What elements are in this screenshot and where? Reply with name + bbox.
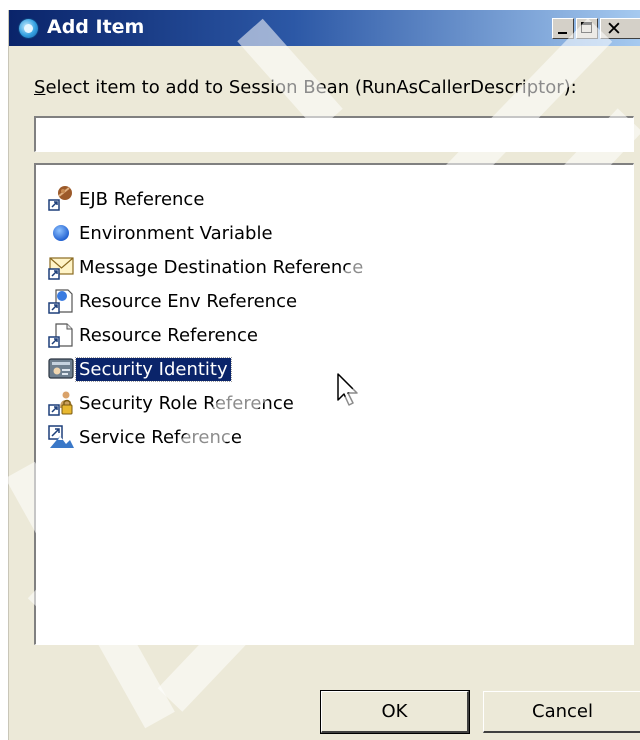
title-bar[interactable]: Add Item ✕ [9,10,640,46]
label-text: elect item to add to Session Bean (RunAs… [45,77,577,98]
list-item-label: Message Destination Reference [79,256,364,278]
add-item-dialog: Add Item ✕ Select item to add to Session… [8,10,640,740]
list-item-resource-env-reference[interactable]: Resource Env Reference [46,285,300,317]
list-item-environment-variable[interactable]: Environment Variable [46,217,276,249]
list-item-resource-reference[interactable]: Resource Reference [46,319,261,351]
list-item-label: Resource Reference [79,324,258,346]
list-item-label: Service Reference [79,426,242,448]
service-reference-icon [46,422,76,452]
item-list[interactable]: EJB Reference Environment Variable Messa… [34,163,634,645]
list-item-security-identity[interactable]: Security Identity [46,353,232,385]
security-role-icon [46,388,76,418]
list-item-label: Resource Env Reference [79,290,298,312]
minimize-button[interactable] [552,18,574,39]
list-item-label: EJB Reference [79,188,205,210]
mouse-pointer-icon [336,372,362,412]
resource-reference-icon [46,320,76,350]
ok-button[interactable]: OK [321,691,469,733]
close-icon: ✕ [606,18,622,40]
environment-variable-icon [46,218,76,248]
list-item-message-destination-reference[interactable]: Message Destination Reference [46,251,366,283]
cancel-button[interactable]: Cancel [483,691,640,733]
list-item-service-reference[interactable]: Service Reference [46,421,245,453]
maximize-icon [581,22,592,33]
minimize-icon [558,32,567,34]
list-item-ejb-reference[interactable]: EJB Reference [46,183,207,215]
ejb-reference-icon [46,184,76,214]
list-item-security-role-reference[interactable]: Security Role Reference [46,387,297,419]
security-identity-icon [46,354,76,384]
close-button[interactable]: ✕ [600,18,640,40]
select-item-label: Select item to add to Session Bean (RunA… [34,77,577,98]
list-item-label: Security Identity [75,356,232,382]
label-mnemonic: S [34,77,46,98]
app-icon [19,19,38,38]
window-title: Add Item [47,16,145,38]
message-destination-icon [46,252,76,282]
maximize-button[interactable] [576,18,598,39]
list-item-label: Environment Variable [79,222,273,244]
filter-input[interactable] [34,116,634,152]
list-item-label: Security Role Reference [79,392,294,414]
resource-env-icon [46,286,76,316]
